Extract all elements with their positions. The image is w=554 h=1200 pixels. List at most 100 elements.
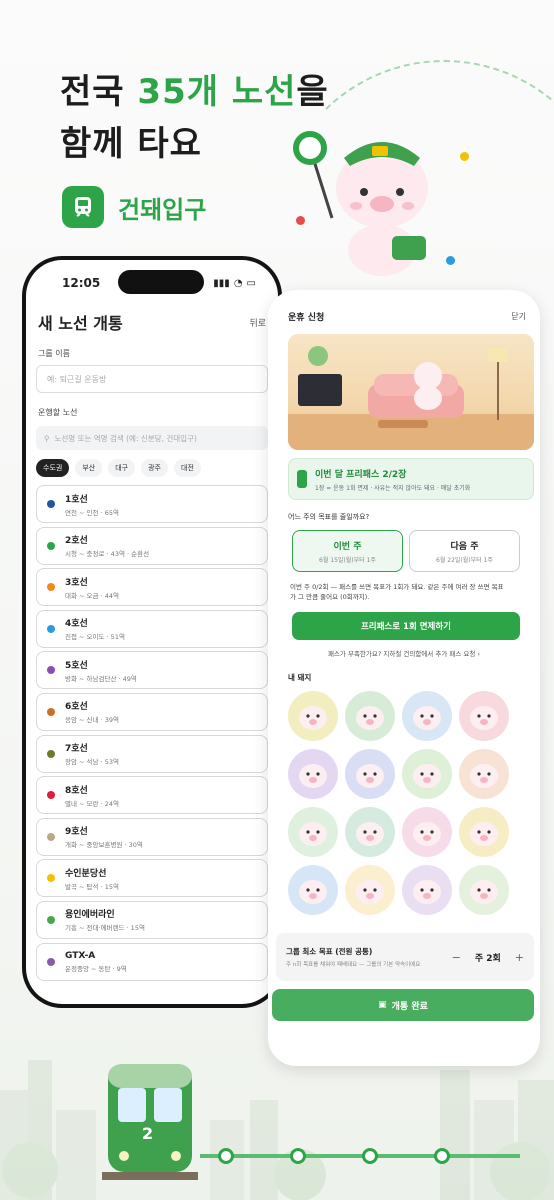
train-number: 2 xyxy=(142,1124,154,1143)
line-color-dot xyxy=(47,749,55,758)
region-tabs: 수도권 부산 대구 광주 대전 xyxy=(26,459,278,477)
pig-badge[interactable] xyxy=(402,749,452,799)
open-line-button[interactable]: ▣ 개통 완료 xyxy=(272,989,534,1021)
line-color-dot xyxy=(47,624,55,633)
region-tab[interactable]: 광주 xyxy=(141,459,168,477)
request-pass-link[interactable]: 패스가 부족한가요? 지하철 건의함에서 추가 패스 요청 › xyxy=(268,648,540,658)
ticket-icon xyxy=(297,470,307,488)
increment-button[interactable]: + xyxy=(515,951,524,964)
line-detail: 운정중앙 ~ 동탄 · 9역 xyxy=(65,964,127,973)
pig-badge[interactable] xyxy=(402,691,452,741)
region-tab[interactable]: 수도권 xyxy=(36,459,70,477)
pig-conductor-mascot xyxy=(293,131,428,276)
close-button[interactable]: 닫기 xyxy=(511,311,526,322)
line-item[interactable]: 8호선별내 ~ 모란 · 24역 xyxy=(36,776,268,815)
line-item[interactable]: 7호선 장암 ~ 석남 · 53역 xyxy=(36,734,268,773)
line-search-input[interactable]: ⚲ 노선명 또는 역명 검색 (예: 신분당, 건대입구) xyxy=(36,426,268,450)
brand: 건돼입구 xyxy=(62,186,206,228)
line-color-dot xyxy=(47,874,55,883)
decrement-button[interactable]: − xyxy=(452,951,461,964)
train-icon xyxy=(62,186,104,228)
line-name: 3호선 xyxy=(65,577,88,588)
line-item[interactable]: 4호선진접 ~ 오이도 · 51역 xyxy=(36,609,268,648)
line-color-dot xyxy=(47,957,55,966)
use-pass-button[interactable]: 프리패스로 1회 면제하기 xyxy=(292,612,520,640)
back-button[interactable]: 뒤로 xyxy=(249,316,266,329)
line-item[interactable]: 용인에버라인 기흥 ~ 전대·에버랜드 · 15역 xyxy=(36,900,268,939)
subway-track xyxy=(200,1154,520,1158)
pig-badge[interactable] xyxy=(288,749,338,799)
signal-icon: ▮▮▮ xyxy=(213,277,230,289)
next-week-option[interactable]: 다음 주 6월 22일(월)부터 1주 xyxy=(409,530,520,572)
pass-note: 이번 주 0/2회 — 패스를 쓰면 목표가 1회가 돼요. 같은 주에 여러 … xyxy=(290,583,504,601)
pig-badge[interactable] xyxy=(402,807,452,857)
region-tab[interactable]: 대구 xyxy=(108,459,136,477)
pig-badge[interactable] xyxy=(459,807,509,857)
free-pass-card: 이번 달 프리패스 2/2장 1장 = 운동 1회 면제 · 사유는 적지 않아… xyxy=(288,458,534,500)
pig-badge[interactable] xyxy=(345,865,395,915)
line-label: 운행할 노선 xyxy=(38,408,78,417)
line-list: 1호선 연천 ~ 인천 · 65역 2호선 시청 ~ 충정로 · 43역 · 순환선 3… xyxy=(26,485,278,981)
pig-badge[interactable] xyxy=(345,691,395,741)
new-line-screen: 12:05 ▮▮▮ ◔ ▭ 새 노선 개통 뒤로 그룹 이름 예: 퇴근길 운동방 … xyxy=(26,260,278,1004)
pig-badge[interactable] xyxy=(288,807,338,857)
brand-name: 건돼입구 xyxy=(118,195,207,224)
pig-badge[interactable] xyxy=(459,691,509,741)
train-icon: ▣ xyxy=(378,1000,387,1010)
line-detail: 연천 ~ 인천 · 65역 xyxy=(65,508,119,517)
line-name: 6호선 xyxy=(65,702,88,713)
line-name: 4호선 xyxy=(65,619,88,630)
dynamic-island xyxy=(118,270,204,294)
status-time: 12:05 xyxy=(62,276,101,290)
line-name: 8호선 xyxy=(65,785,88,796)
line-item[interactable]: 5호선 방화 ~ 하남검단산 · 49역 xyxy=(36,651,268,690)
pass-subtitle: 1장 = 운동 1회 면제 · 사유는 적지 않아도 돼요 · 매달 초기화 xyxy=(315,484,471,492)
pig-badge[interactable] xyxy=(288,691,338,741)
line-item[interactable]: 수인분당선발곡 ~ 탑석 · 15역 xyxy=(36,859,268,898)
line-detail: 별내 ~ 모란 · 24역 xyxy=(65,799,119,808)
line-item[interactable]: GTX-A 운정중앙 ~ 동탄 · 9역 xyxy=(36,942,268,981)
line-detail: 응암 ~ 신내 · 39역 xyxy=(65,716,119,725)
line-color-dot xyxy=(47,915,55,924)
line-item[interactable]: 2호선 시청 ~ 충정로 · 43역 · 순환선 xyxy=(36,526,268,565)
line-color-dot xyxy=(47,500,55,508)
line-name: 1호선 xyxy=(65,494,88,505)
group-name-label: 그룹 이름 xyxy=(38,349,70,358)
line-name: GTX-A xyxy=(65,950,96,961)
line-name: 수인분당선 xyxy=(65,868,107,879)
line-item[interactable]: 9호선 개화 ~ 중앙보훈병원 · 30역 xyxy=(36,817,268,856)
pig-badge[interactable] xyxy=(402,865,452,915)
line-detail: 대화 ~ 오금 · 44역 xyxy=(65,591,119,600)
group-name-input[interactable]: 예: 퇴근길 운동방 xyxy=(36,365,268,393)
headline: 전국 35개 노선을 함께 타요 xyxy=(60,72,329,164)
line-color-dot xyxy=(47,666,55,675)
app-promo-screen: 전국 35개 노선을 함께 타요 건돼입구 12:05 ▮▮▮ ◔ ▭ 새 노선 개… xyxy=(0,0,554,1200)
region-tab[interactable]: 부산 xyxy=(75,459,103,477)
pig-badge[interactable] xyxy=(288,865,338,915)
my-pigs-label: 내 돼지 xyxy=(288,673,312,682)
line-name: 7호선 xyxy=(65,744,88,755)
station-dot xyxy=(362,1148,378,1164)
wifi-icon: ◔ xyxy=(233,277,243,289)
pig-badge[interactable] xyxy=(459,865,509,915)
line-item[interactable]: 3호선대화 ~ 오금 · 44역 xyxy=(36,568,268,607)
this-week-option[interactable]: 이번 주 6월 15일(월)부터 1주 xyxy=(292,530,403,572)
line-color-dot xyxy=(47,832,55,841)
week-question: 어느 주의 목표를 줄일까요? xyxy=(288,513,370,521)
line-item[interactable]: 6호선응암 ~ 신내 · 39역 xyxy=(36,692,268,731)
line-item[interactable]: 1호선연천 ~ 인천 · 65역 xyxy=(36,485,268,523)
pig-badge[interactable] xyxy=(345,807,395,857)
phone-new-line: 12:05 ▮▮▮ ◔ ▭ 새 노선 개통 뒤로 그룹 이름 예: 퇴근길 운동방 … xyxy=(22,256,282,1008)
pig-badge[interactable] xyxy=(345,749,395,799)
pig-badge[interactable] xyxy=(459,749,509,799)
line-detail: 개화 ~ 중앙보훈병원 · 30역 xyxy=(65,841,143,850)
line-detail: 발곡 ~ 탑석 · 15역 xyxy=(65,882,119,891)
goal-subtitle: 주 n회 목표를 채워야 패배돼요 — 그룹의 기본 약속이에요 xyxy=(286,962,421,968)
goal-stepper: − 주 2회 + xyxy=(452,951,524,964)
line-color-dot xyxy=(47,541,55,550)
battery-icon: ▭ xyxy=(246,277,256,289)
green-train-illustration xyxy=(102,1064,198,1180)
line-detail: 진접 ~ 오이도 · 51역 xyxy=(65,633,125,642)
region-tab[interactable]: 대전 xyxy=(174,459,201,477)
line-detail: 방화 ~ 하남검단산 · 49역 xyxy=(65,674,137,683)
